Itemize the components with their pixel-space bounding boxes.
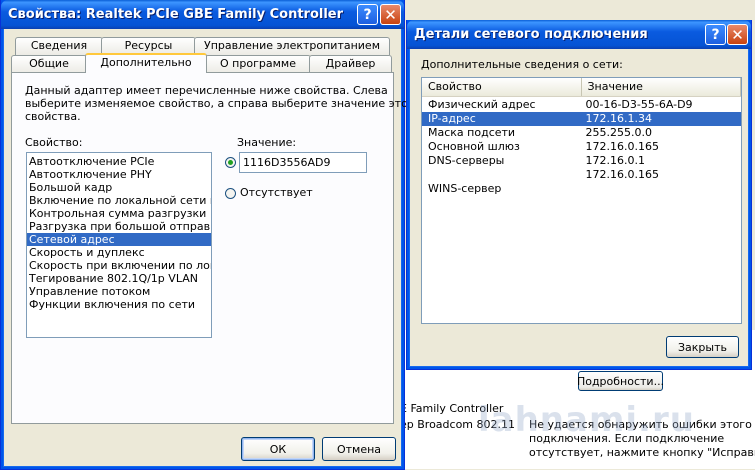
row-property: Основной шлюз	[428, 140, 520, 153]
details-table-header: Свойство Значение	[422, 78, 741, 97]
row-value: 172.16.0.1	[585, 154, 645, 167]
tab-driver[interactable]: Драйвер	[309, 55, 392, 73]
row-value: 255.255.0.0	[585, 126, 652, 139]
tab-general[interactable]: Общие	[11, 55, 87, 73]
details-table-row[interactable]: 172.16.0.165	[422, 168, 741, 182]
tab-about[interactable]: О программе	[205, 55, 311, 73]
row-property: Маска подсети	[428, 126, 516, 139]
row-property: IP-адрес	[428, 112, 476, 125]
details-window-title: Детали сетевого подключения	[414, 27, 648, 42]
property-list-item[interactable]: Функции включения по сети	[27, 298, 211, 311]
details-button[interactable]: Подробности...	[577, 371, 664, 391]
details-table-row[interactable]: IP-адрес 172.16.1.34	[422, 112, 741, 126]
row-value: 172.16.0.165	[585, 168, 659, 181]
property-list-item[interactable]: Скорость и дуплекс	[27, 246, 211, 259]
property-list-item[interactable]: Автоотключение PCIe	[27, 155, 211, 168]
tab-power-management[interactable]: Управление электропитанием	[194, 37, 390, 55]
property-label: Свойство:	[25, 136, 83, 149]
details-table-row[interactable]: DNS-серверы 172.16.0.1	[422, 154, 741, 168]
details-subtitle: Дополнительные сведения о сети:	[421, 58, 623, 71]
property-list-item[interactable]: Автоотключение PHY	[27, 168, 211, 181]
value-input[interactable]: 1116D3556AD9	[239, 152, 367, 173]
column-value[interactable]: Значение	[582, 78, 741, 96]
value-radio[interactable]	[225, 157, 236, 168]
window-title: Свойства: Realtek PCIe GBE Family Contro…	[8, 7, 344, 22]
close-icon[interactable]: ✕	[380, 4, 401, 25]
details-help-icon[interactable]: ?	[705, 24, 726, 45]
details-table-row[interactable]: Маска подсети 255.255.0.0	[422, 126, 741, 140]
details-titlebar[interactable]: Детали сетевого подключения	[407, 20, 751, 49]
property-list-item[interactable]: Контрольная сумма разгрузки	[27, 207, 211, 220]
adapter-titlebar[interactable]: Свойства: Realtek PCIe GBE Family Contro…	[1, 0, 404, 29]
absent-radio[interactable]	[225, 188, 236, 199]
property-list-item[interactable]: Разгрузка при большой отправке	[27, 220, 211, 233]
description-text: Данный адаптер имеет перечисленные ниже …	[25, 84, 421, 123]
property-list-item[interactable]: Тегирование 802.1Q/1p VLAN	[27, 272, 211, 285]
details-table-row[interactable]: WINS-сервер	[422, 182, 741, 196]
row-value: 172.16.1.34	[585, 112, 652, 125]
details-table-row[interactable]: Физический адрес 00-16-D3-55-6A-D9	[422, 98, 741, 112]
connection-details-window: Детали сетевого подключения ? ✕ Дополнит…	[406, 20, 752, 370]
property-list-item[interactable]: Сетевой адрес	[27, 233, 211, 246]
cancel-button[interactable]: Отмена	[322, 437, 396, 461]
property-list-item[interactable]: Включение по локальной сети посл	[27, 194, 211, 207]
ok-button[interactable]: ОК	[241, 437, 315, 461]
row-value: 00-16-D3-55-6A-D9	[585, 98, 693, 111]
details-table-row[interactable]: Основной шлюз 172.16.0.165	[422, 140, 741, 154]
row-property: Физический адрес	[428, 98, 536, 111]
row-value: 172.16.0.165	[585, 140, 659, 153]
absent-label: Отсутствует	[240, 186, 313, 199]
tab-advanced[interactable]: Дополнительно	[85, 53, 207, 73]
help-icon[interactable]: ?	[357, 4, 378, 25]
property-list-item[interactable]: Скорость при включении по локаль	[27, 259, 211, 272]
adapter-properties-window: Свойства: Realtek PCIe GBE Family Contro…	[0, 0, 420, 470]
property-list-item[interactable]: Большой кадр	[27, 181, 211, 194]
close-button[interactable]: Закрыть	[666, 336, 739, 358]
row-value	[582, 182, 742, 196]
status-text-line-3: отсутствует, нажмите кнопку "Исправить".	[529, 446, 755, 459]
row-property: DNS-серверы	[428, 154, 505, 167]
advanced-panel: Данный адаптер имеет перечисленные ниже …	[11, 72, 420, 424]
row-property	[422, 168, 582, 182]
watermark: lahnami.ru	[478, 400, 695, 440]
details-table[interactable]: Свойство Значение Физический адрес 00-16-…	[421, 77, 742, 324]
column-property[interactable]: Свойство	[422, 78, 582, 96]
row-property: WINS-сервер	[428, 182, 502, 195]
value-label: Значение:	[237, 136, 297, 149]
property-list-item[interactable]: Управление потоком	[27, 285, 211, 298]
details-close-icon[interactable]: ✕	[727, 24, 748, 45]
property-list[interactable]: Автоотключение PCIe Автоотключение PHY Бол…	[26, 152, 212, 338]
